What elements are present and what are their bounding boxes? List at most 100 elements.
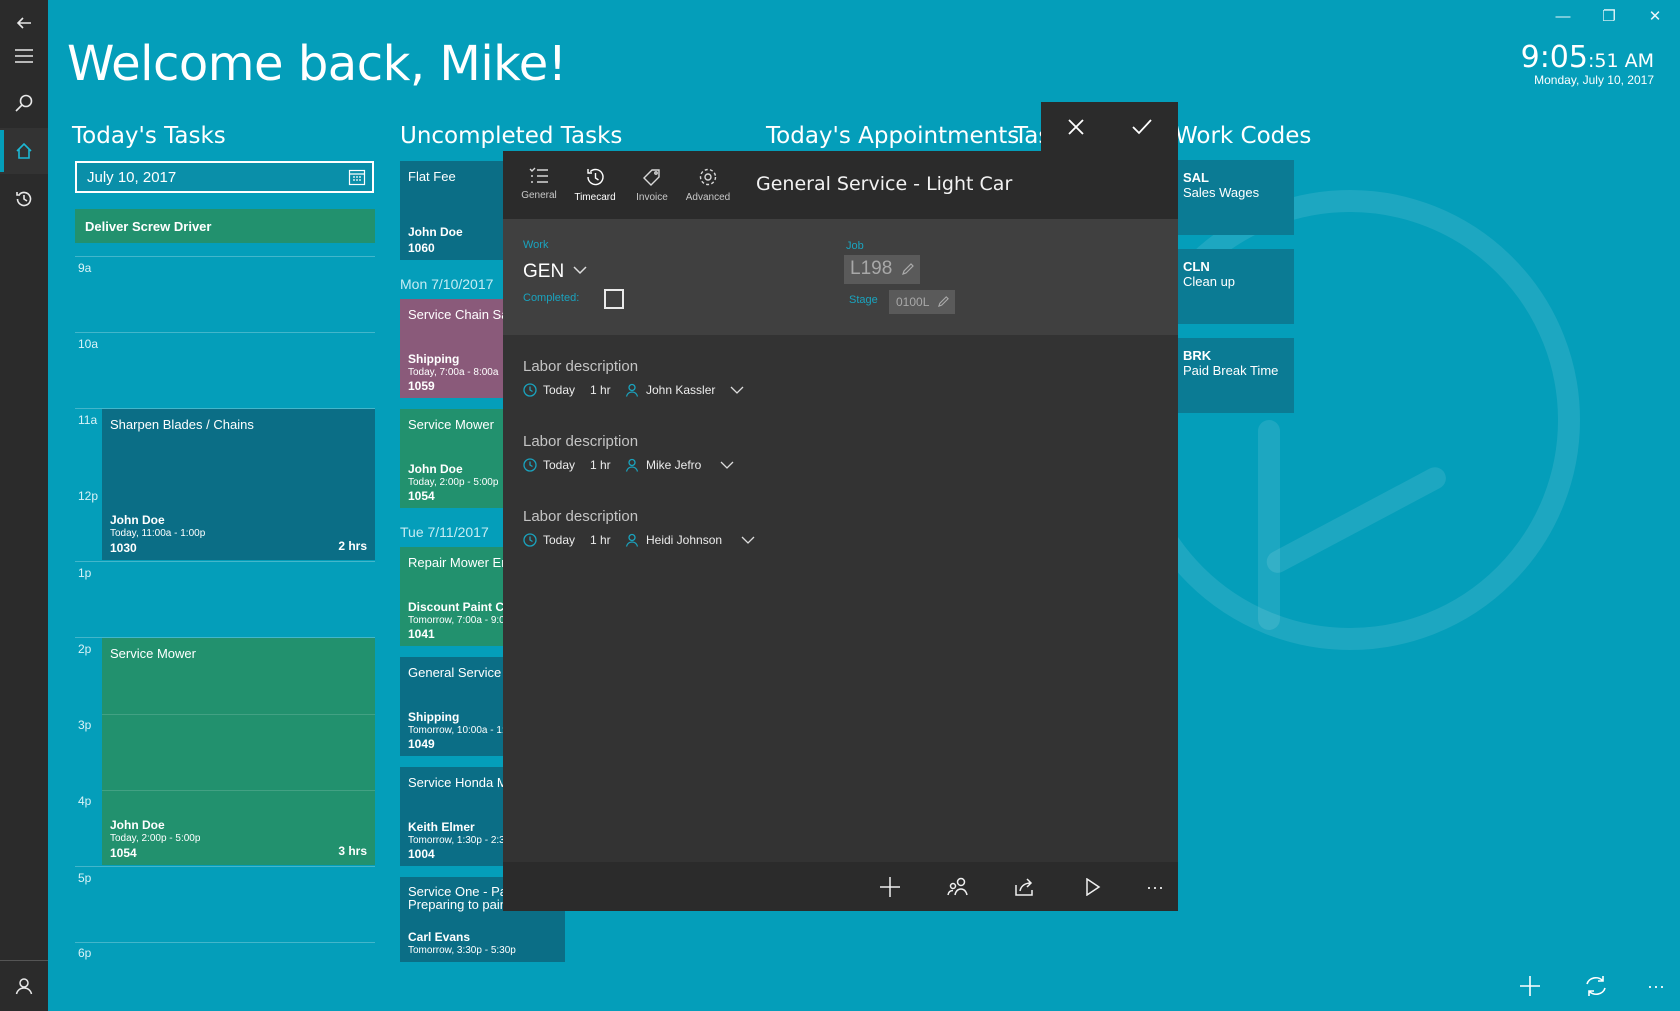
event-time: Today, 11:00a - 1:00p — [110, 528, 206, 539]
assign-people-button[interactable] — [942, 874, 974, 900]
task-time: Today, 2:00p - 5:00p — [408, 477, 499, 488]
restore-icon: ❐ — [1602, 8, 1616, 25]
chevron-down-icon[interactable] — [720, 461, 734, 470]
tab-timecard[interactable]: Timecard — [567, 167, 623, 203]
minimize-button[interactable]: — — [1540, 0, 1586, 32]
stage-value: 0100L — [896, 295, 930, 309]
restore-button[interactable]: ❐ — [1586, 0, 1632, 32]
event-title: Service Mower — [110, 646, 196, 661]
hour-label: 11a — [78, 413, 98, 427]
today-event-card[interactable]: Sharpen Blades / Chains John Doe Today, … — [102, 409, 375, 560]
add-labor-button[interactable] — [874, 874, 906, 900]
hour-label: 10a — [78, 337, 99, 351]
edit-pencil-icon — [902, 263, 914, 275]
tab-invoice[interactable]: Invoice — [624, 167, 680, 203]
dialog-header: General Timecard Invoice Advanced Genera… — [503, 151, 1178, 219]
hour-label: 1p — [78, 566, 92, 580]
task-number: 1041 — [408, 627, 435, 641]
search-icon — [15, 94, 33, 112]
hour-divider — [75, 256, 375, 257]
hour-divider — [75, 332, 375, 333]
all-day-task[interactable]: Deliver Screw Driver — [75, 209, 375, 243]
date-value: July 10, 2017 — [87, 168, 177, 186]
close-icon — [1068, 119, 1084, 135]
work-code-tile[interactable]: BRK Paid Break Time — [1175, 338, 1294, 413]
labor-person: Heidi Johnson — [646, 533, 723, 547]
close-window-button[interactable]: ✕ — [1632, 0, 1678, 32]
today-appointments-heading: Today's Appointments — [766, 123, 1020, 149]
home-nav-button[interactable] — [0, 128, 48, 174]
work-label: Work — [523, 239, 549, 251]
task-number: 1054 — [408, 489, 435, 503]
more-icon: ··· — [1146, 876, 1164, 897]
app-more-button[interactable]: ··· — [1640, 970, 1672, 1002]
today-tasks-heading: Today's Tasks — [72, 123, 226, 149]
clock-time: 9:05 — [1520, 40, 1588, 75]
search-button[interactable] — [0, 80, 48, 126]
job-value: L198 — [850, 258, 893, 279]
save-button[interactable] — [1126, 114, 1158, 140]
chevron-down-icon[interactable] — [741, 536, 755, 545]
event-time: Today, 2:00p - 5:00p — [110, 833, 201, 844]
completed-checkbox[interactable] — [604, 289, 624, 309]
task-number: 1004 — [408, 847, 435, 861]
chevron-down-icon[interactable] — [730, 386, 744, 395]
tab-general[interactable]: General — [511, 167, 567, 201]
tab-label: Timecard — [574, 192, 616, 203]
hamburger-menu-button[interactable] — [0, 33, 48, 79]
labor-entry-row: Today 1 hr John Kassler — [523, 383, 744, 397]
uncompleted-tasks-heading: Uncompleted Tasks — [400, 123, 623, 149]
work-code-tile[interactable]: CLN Clean up — [1175, 249, 1294, 324]
chevron-down-icon[interactable] — [573, 265, 587, 275]
task-assignee: Keith Elmer — [408, 820, 475, 834]
work-code-name: Clean up — [1183, 274, 1236, 289]
labor-hours: 1 hr — [590, 533, 611, 547]
plus-icon — [880, 877, 900, 897]
work-code-select[interactable]: GEN — [523, 261, 564, 283]
person-icon — [625, 458, 639, 472]
tag-icon — [643, 169, 660, 186]
sync-button[interactable] — [1580, 970, 1612, 1002]
work-code: CLN — [1183, 259, 1210, 274]
work-code: SAL — [1183, 170, 1209, 185]
people-icon — [947, 877, 968, 896]
labor-description[interactable]: Labor description — [523, 508, 638, 525]
day-group-header: Tue 7/11/2017 — [400, 524, 489, 540]
hour-label: 5p — [78, 871, 92, 885]
labor-description[interactable]: Labor description — [523, 433, 638, 450]
work-code-tile[interactable]: SAL Sales Wages — [1175, 160, 1294, 235]
clock-display: 9:05:51 AM Monday, July 10, 2017 — [1521, 40, 1654, 87]
tab-label: Invoice — [636, 192, 668, 203]
hour-label: 6p — [78, 946, 92, 960]
tab-advanced[interactable]: Advanced — [680, 167, 736, 203]
labor-day: Today — [543, 533, 576, 547]
home-icon — [16, 143, 32, 159]
hour-label: 12p — [78, 489, 99, 503]
clock-date: Monday, July 10, 2017 — [1534, 73, 1654, 87]
gear-icon — [699, 168, 717, 186]
share-button[interactable] — [1009, 874, 1041, 900]
date-picker-input[interactable]: July 10, 2017 — [75, 161, 374, 193]
history-nav-button[interactable] — [0, 176, 48, 222]
labor-person: John Kassler — [646, 383, 716, 397]
labor-person: Mike Jefro — [646, 458, 702, 472]
more-options-button[interactable]: ··· — [1139, 874, 1171, 900]
hour-label: 9a — [78, 261, 92, 275]
tab-label: General — [521, 190, 557, 201]
account-button[interactable] — [0, 960, 48, 1011]
job-field[interactable]: L198 — [844, 255, 920, 284]
task-assignee: Carl Evans — [408, 930, 471, 944]
stage-field[interactable]: 0100L — [889, 290, 955, 314]
labor-description[interactable]: Labor description — [523, 358, 638, 375]
start-timer-button[interactable] — [1077, 874, 1109, 900]
today-event-card[interactable]: Service Mower John Doe Today, 2:00p - 5:… — [102, 638, 375, 865]
event-number: 1030 — [110, 541, 137, 555]
labor-day: Today — [543, 383, 576, 397]
event-number: 1054 — [110, 846, 137, 860]
plus-icon — [1520, 976, 1540, 996]
share-icon — [1015, 878, 1033, 896]
hour-divider — [75, 942, 375, 943]
cancel-button[interactable] — [1060, 114, 1092, 140]
add-button[interactable] — [1514, 970, 1546, 1002]
task-time: Tomorrow, 3:30p - 5:30p — [408, 945, 516, 956]
